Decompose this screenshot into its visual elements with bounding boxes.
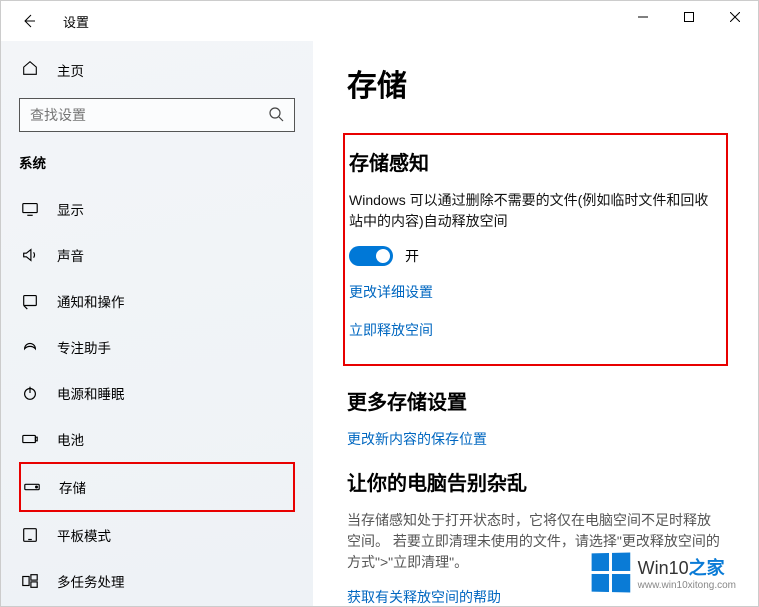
free-space-now-link[interactable]: 立即释放空间 bbox=[349, 320, 726, 340]
sidebar-item-label: 多任务处理 bbox=[57, 571, 125, 591]
search-input[interactable] bbox=[30, 107, 268, 123]
display-icon bbox=[21, 200, 39, 218]
sidebar-item-focus[interactable]: 专注助手 bbox=[19, 324, 295, 370]
sidebar-item-display[interactable]: 显示 bbox=[19, 186, 295, 232]
sidebar-item-label: 专注助手 bbox=[57, 337, 111, 357]
clutter-heading: 让你的电脑告别杂乱 bbox=[347, 467, 724, 496]
sidebar-item-notifications[interactable]: 通知和操作 bbox=[19, 278, 295, 324]
category-heading: 系统 bbox=[19, 152, 295, 172]
notifications-icon bbox=[21, 292, 39, 310]
power-icon bbox=[21, 384, 39, 402]
sidebar-item-multitask[interactable]: 多任务处理 bbox=[19, 558, 295, 604]
change-save-location-link[interactable]: 更改新内容的保存位置 bbox=[347, 429, 724, 449]
toggle-state-label: 开 bbox=[405, 246, 419, 266]
window-title: 设置 bbox=[63, 12, 89, 31]
more-storage-heading: 更多存储设置 bbox=[347, 386, 724, 415]
sidebar-item-label: 通知和操作 bbox=[57, 291, 125, 311]
back-button[interactable] bbox=[13, 5, 45, 37]
storage-sense-desc: Windows 可以通过删除不需要的文件(例如临时文件和回收站中的内容)自动释放… bbox=[349, 190, 722, 232]
sidebar-item-power[interactable]: 电源和睡眠 bbox=[19, 370, 295, 416]
sidebar-item-label: 平板模式 bbox=[57, 525, 111, 545]
sidebar-item-label: 声音 bbox=[57, 245, 84, 265]
clutter-desc: 当存储感知处于打开状态时，它将仅在电脑空间不足时释放空间。 若要立即清理未使用的… bbox=[347, 510, 720, 573]
search-box[interactable] bbox=[19, 98, 295, 132]
minimize-button[interactable] bbox=[620, 1, 666, 33]
home-link[interactable]: 主页 bbox=[19, 51, 295, 88]
storage-sense-toggle[interactable] bbox=[349, 246, 393, 266]
sidebar-item-tablet[interactable]: 平板模式 bbox=[19, 512, 295, 558]
battery-icon bbox=[21, 430, 39, 448]
sound-icon bbox=[21, 246, 39, 264]
sidebar-item-label: 电源和睡眠 bbox=[57, 383, 125, 403]
storage-icon bbox=[23, 478, 41, 496]
search-icon bbox=[268, 106, 284, 125]
multitask-icon bbox=[21, 572, 39, 590]
change-details-link[interactable]: 更改详细设置 bbox=[349, 282, 726, 302]
sidebar-item-label: 显示 bbox=[57, 199, 84, 219]
sidebar-item-label: 存储 bbox=[59, 477, 86, 497]
tablet-icon bbox=[21, 526, 39, 544]
sidebar-item-battery[interactable]: 电池 bbox=[19, 416, 295, 462]
sidebar-item-storage[interactable]: 存储 bbox=[19, 462, 295, 512]
maximize-button[interactable] bbox=[666, 1, 712, 33]
highlight-box: 存储感知 Windows 可以通过删除不需要的文件(例如临时文件和回收站中的内容… bbox=[343, 133, 728, 366]
home-icon bbox=[21, 59, 39, 80]
storage-sense-heading: 存储感知 bbox=[349, 147, 726, 176]
home-label: 主页 bbox=[57, 60, 84, 80]
page-title: 存储 bbox=[347, 61, 724, 105]
clutter-help-link[interactable]: 获取有关释放空间的帮助 bbox=[347, 587, 724, 606]
sidebar-item-sound[interactable]: 声音 bbox=[19, 232, 295, 278]
sidebar-item-label: 电池 bbox=[57, 429, 84, 449]
close-button[interactable] bbox=[712, 1, 758, 33]
focus-icon bbox=[21, 338, 39, 356]
